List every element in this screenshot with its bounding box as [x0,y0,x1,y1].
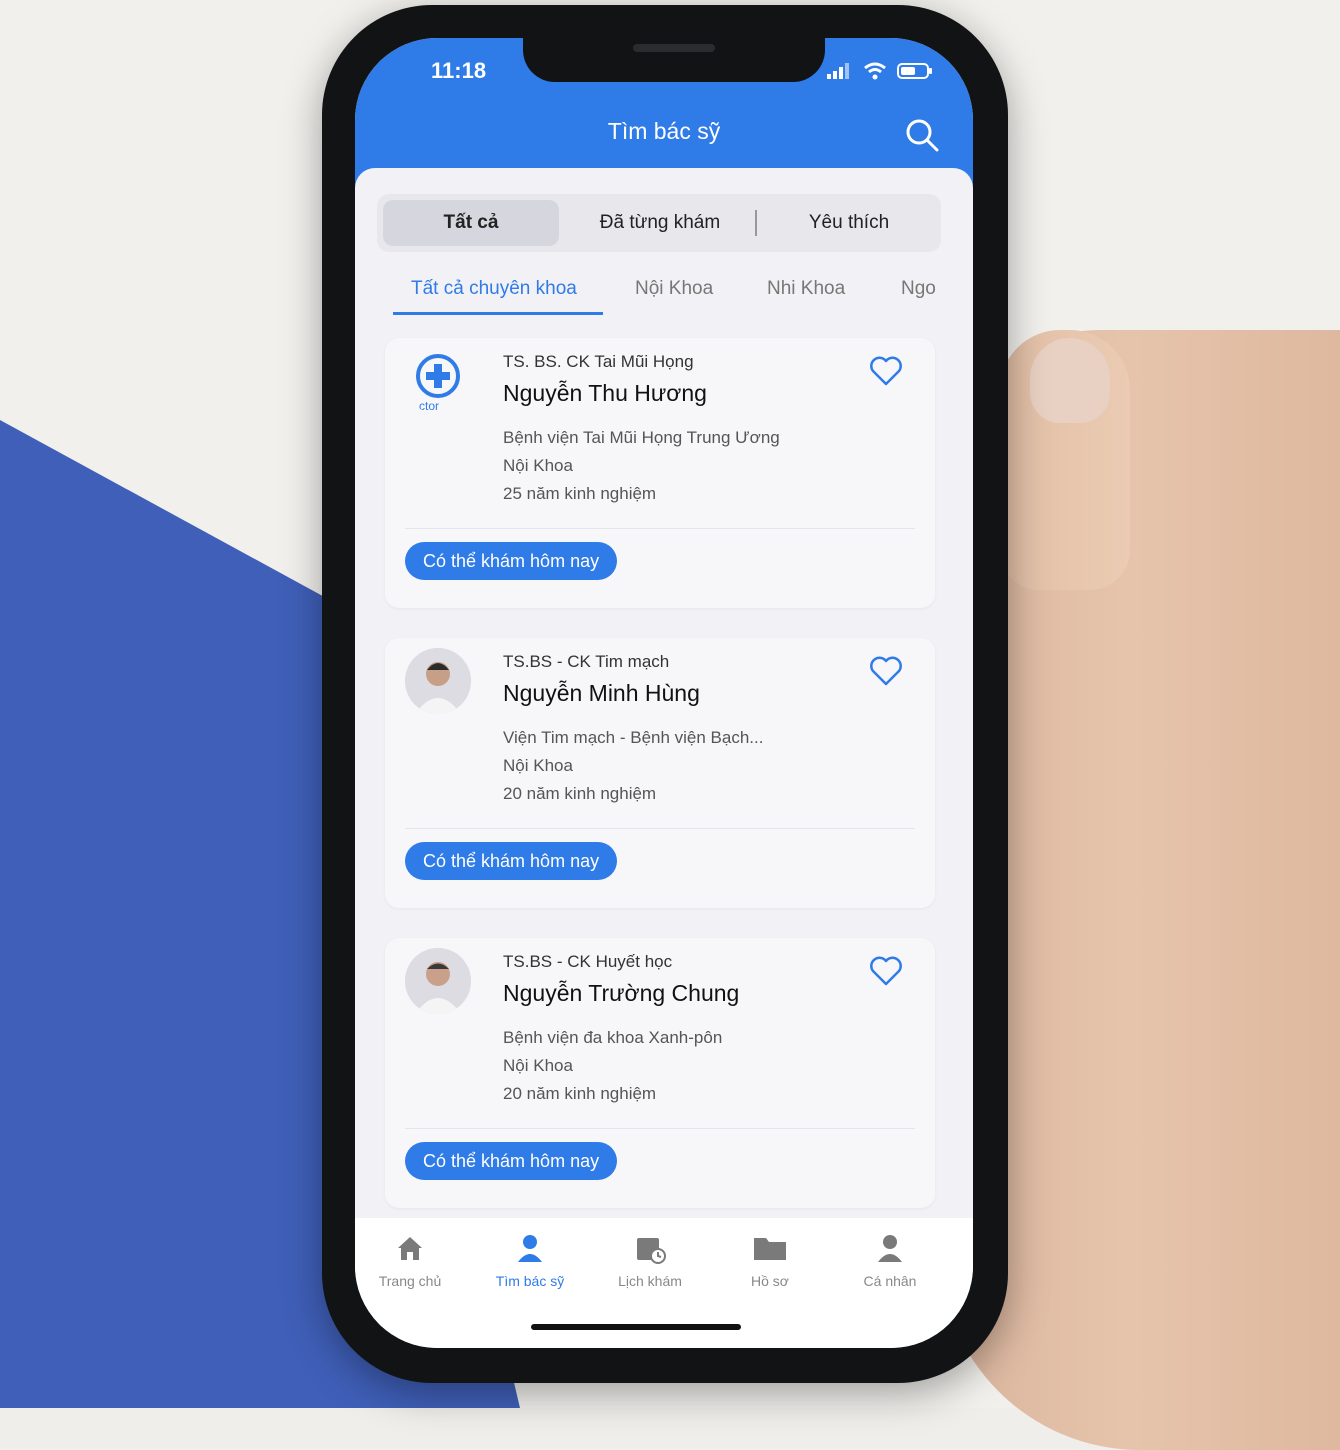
card-divider [405,528,915,529]
doctor-title: TS.BS - CK Tim mạch [503,652,670,671]
segment-divider [755,210,757,236]
phone-notch [523,38,825,82]
tab-label: Tìm bác sỹ [495,1273,565,1289]
status-icons [827,62,933,80]
tab-profile[interactable]: Cá nhân [835,1232,945,1289]
thumb-nail [1030,338,1110,423]
doctor-card[interactable]: ctor TS. BS. CK Tai Mũi Họng Nguyễn Thu … [385,338,935,608]
tab-find-doctor[interactable]: Tìm bác sỹ [475,1232,585,1289]
doctor-hospital: Bệnh viện đa khoa Xanh-pôn [503,1028,723,1047]
doctor-card[interactable]: TS.BS - CK Tim mạch Nguyễn Minh Hùng Việ… [385,638,935,908]
doctor-title: TS. BS. CK Tai Mũi Họng [503,352,694,371]
doctor-experience: 25 năm kinh nghiệm [503,484,657,503]
search-icon[interactable] [905,118,939,152]
home-indicator [531,1324,741,1330]
doctor-avatar [405,648,471,714]
battery-icon [897,63,932,79]
favorite-heart-icon[interactable] [869,654,903,688]
doctor-hospital: Viện Tim mạch - Bệnh viện Bạch... [503,728,764,747]
doctor-department: Nội Khoa [503,756,573,775]
segment-favorites[interactable]: Yêu thích [761,200,937,246]
tab-label: Lịch khám [618,1273,682,1289]
card-divider [405,1128,915,1129]
available-today-badge[interactable]: Có thể khám hôm nay [405,542,618,580]
clinic-logo: ctor [405,348,471,414]
doctor-photo [405,948,471,1014]
calendar-icon [637,1238,666,1264]
doctor-photo [405,648,471,714]
doctor-icon [518,1235,542,1262]
doctor-avatar [405,948,471,1014]
tab-all-specialties[interactable]: Tất cả chuyên khoa [411,278,577,300]
segment-control: Tất cả Đã từng khám Yêu thích [377,194,941,252]
tab-label: Cá nhân [863,1273,917,1289]
signal-icon [827,63,849,79]
medical-cross-icon: ctor [416,354,460,413]
segment-visited[interactable]: Đã từng khám [567,200,753,246]
tab-records[interactable]: Hồ sơ [715,1232,825,1289]
tab-internal-medicine[interactable]: Nội Khoa [635,278,713,300]
doctor-name: Nguyễn Trường Chung [503,980,740,1006]
doctor-card[interactable]: TS.BS - CK Huyết học Nguyễn Trường Chung… [385,938,935,1208]
doctor-name: Nguyễn Minh Hùng [503,680,700,706]
doctor-hospital: Bệnh viện Tai Mũi Họng Trung Ương [503,428,780,447]
doctor-experience: 20 năm kinh nghiệm [503,1084,657,1103]
svg-text:ctor: ctor [419,399,439,413]
folder-icon [754,1238,786,1260]
segment-all[interactable]: Tất cả [383,200,559,246]
tab-label: Trang chủ [378,1273,442,1289]
tab-pediatrics[interactable]: Nhi Khoa [767,278,845,300]
doctor-experience: 20 năm kinh nghiệm [503,784,657,803]
card-divider [405,828,915,829]
wifi-icon [864,62,886,80]
doctor-title: TS.BS - CK Huyết học [503,952,673,971]
doctor-department: Nội Khoa [503,456,573,475]
tab-home[interactable]: Trang chủ [355,1232,465,1289]
doctor-name: Nguyễn Thu Hương [503,380,707,406]
doctor-department: Nội Khoa [503,1056,573,1075]
tab-label: Hồ sơ [751,1273,789,1289]
tab-ngo[interactable]: Ngo [901,278,936,300]
available-today-badge[interactable]: Có thể khám hôm nay [405,842,618,880]
tab-schedule[interactable]: Lịch khám [595,1232,705,1289]
phone-screen: 11:18 Tìm bác sỹ Tất cả Đã từng khám Yêu… [355,38,973,1348]
favorite-heart-icon[interactable] [869,954,903,988]
status-time: 11:18 [431,58,487,83]
home-icon [398,1237,422,1260]
active-tab-indicator [393,312,603,315]
favorite-heart-icon[interactable] [869,354,903,388]
person-icon [878,1235,902,1262]
content-area: Tất cả Đã từng khám Yêu thích Tất cả chu… [355,168,973,1218]
specialty-tabs: Tất cả chuyên khoa Nội Khoa Nhi Khoa Ngo [355,270,973,315]
page-title: Tìm bác sỹ [607,118,721,144]
available-today-badge[interactable]: Có thể khám hôm nay [405,1142,618,1180]
